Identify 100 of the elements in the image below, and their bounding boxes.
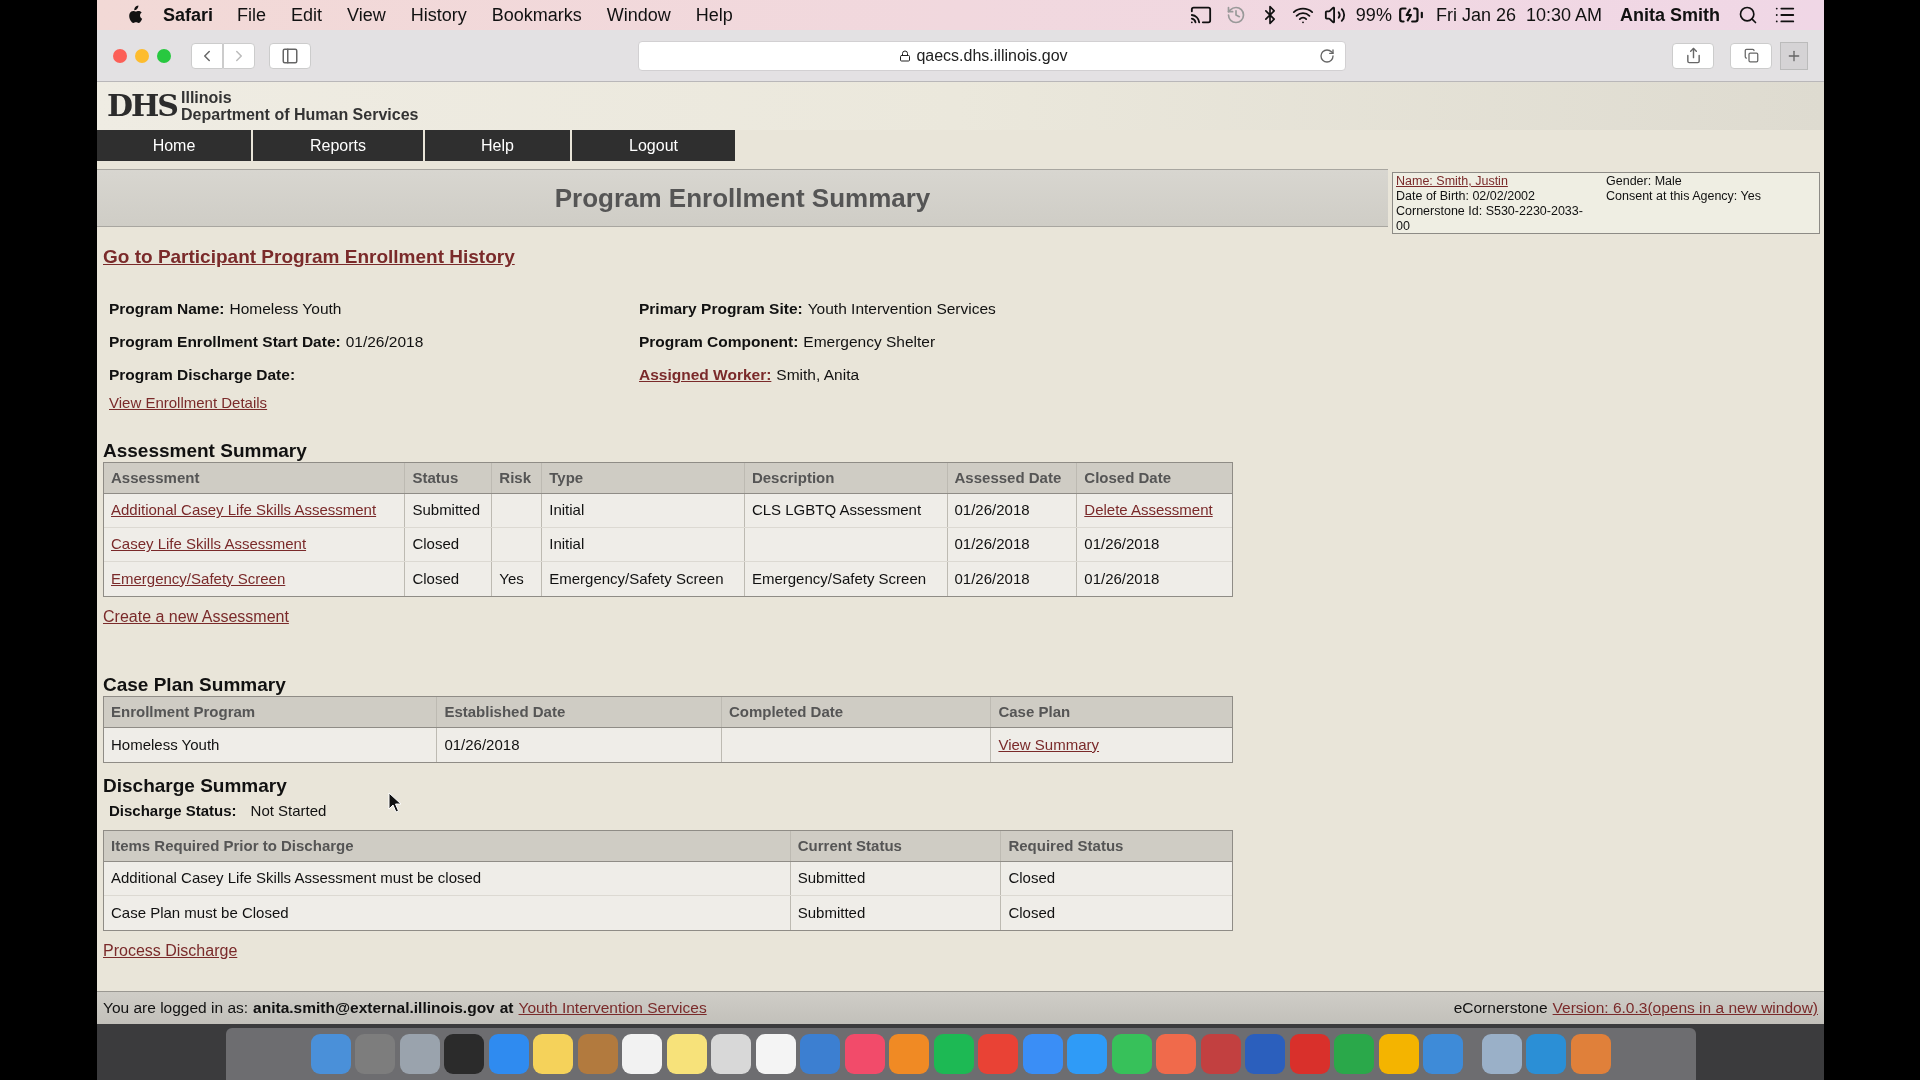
dock-app-icon[interactable]	[711, 1034, 751, 1074]
dock-app-icon[interactable]	[666, 1034, 707, 1074]
dock-app-icon[interactable]	[1111, 1034, 1152, 1074]
field-value: Youth Intervention Services	[807, 299, 996, 320]
version-link[interactable]: Version: 6.0.3(opens in a new window)	[1552, 996, 1818, 1020]
field-label-link[interactable]: Assigned Worker:	[639, 363, 772, 387]
menu-item[interactable]: History	[410, 1, 467, 29]
table-cell-text: CLS LGBTQ Assessment	[751, 500, 922, 521]
section-heading: Discharge Summary	[103, 774, 287, 797]
back-button[interactable]	[191, 42, 223, 69]
table-cell-text: Emergency/Safety Screen	[751, 568, 927, 589]
login-email: anita.smith@external.illinois.gov	[253, 998, 495, 1019]
table-cell-text: Closed	[412, 568, 460, 589]
nav-tab[interactable]: Reports	[253, 130, 425, 161]
page-title: Program Enrollment Summary	[554, 181, 931, 215]
address-bar[interactable]: qaecs.dhs.illinois.gov	[637, 40, 1346, 71]
column-header: Enrollment Program	[111, 701, 256, 722]
clock-history-icon[interactable]	[1225, 5, 1246, 25]
column-header: Assessment	[111, 467, 200, 488]
history-link[interactable]: Go to Participant Program Enrollment History	[103, 243, 515, 272]
table-cell-text: Homeless Youth	[111, 734, 220, 755]
zoom-window-button[interactable]	[157, 48, 171, 63]
assessment-link[interactable]: Delete Assessment	[1084, 499, 1213, 522]
menu-app-name[interactable]: Safari	[163, 1, 214, 29]
volume-icon[interactable]	[1323, 4, 1346, 26]
product-name: eCornerstone	[1453, 998, 1548, 1019]
case-plan-link[interactable]: View Summary	[998, 733, 1100, 757]
tabs-icon	[1743, 48, 1759, 63]
column-header: Required Status	[1008, 835, 1124, 856]
login-text: at	[499, 998, 514, 1019]
dhs-logo: DHS	[107, 91, 178, 121]
menu-item[interactable]: Bookmarks	[491, 1, 582, 29]
menu-item[interactable]: View	[347, 1, 386, 29]
org-name-line: Illinois	[181, 89, 233, 106]
sidebar-button[interactable]	[269, 42, 311, 69]
nav-tab[interactable]: Help	[425, 130, 572, 161]
table-cell-text: Closed	[1008, 868, 1056, 889]
reload-icon[interactable]	[1318, 47, 1335, 64]
column-header: Established Date	[444, 701, 566, 722]
tabs-button[interactable]	[1730, 42, 1772, 69]
field-label: Program Discharge Date:	[109, 365, 296, 386]
forward-button[interactable]	[223, 42, 255, 69]
minimize-window-button[interactable]	[135, 48, 149, 63]
table-cell-text: 01/26/2018	[444, 734, 520, 755]
menu-item[interactable]: File	[237, 1, 267, 29]
assessment-link[interactable]: Emergency/Safety Screen	[111, 567, 286, 591]
assessment-link[interactable]: Casey Life Skills Assessment	[111, 533, 307, 556]
participant-name-link[interactable]: Name: Smith, Justin	[1396, 174, 1592, 189]
nav-tab[interactable]: Home	[97, 130, 253, 161]
column-header: Status	[412, 467, 459, 488]
table-cell-text: Submitted	[797, 868, 866, 889]
dock-app-icon[interactable]	[622, 1034, 662, 1074]
new-tab-button[interactable]	[1780, 41, 1808, 70]
menu-clock[interactable]: Fri Jan 26 10:30 AM	[1435, 1, 1602, 29]
assessment-link[interactable]: Additional Casey Life Skills Assessment	[111, 499, 377, 522]
site-link[interactable]: Youth Intervention Services	[518, 996, 707, 1020]
table-cell-text: 01/26/2018	[954, 568, 1030, 589]
participant-gender: Gender: Male	[1606, 174, 1683, 189]
field-value: 01/26/2018	[345, 332, 424, 353]
column-header: Risk	[499, 467, 531, 488]
sidebar-icon	[281, 46, 299, 65]
table-cell-text: 01/26/2018	[954, 500, 1030, 521]
column-header: Items Required Prior to Discharge	[111, 835, 354, 856]
menu-item[interactable]: Help	[695, 1, 733, 29]
field-label: Primary Program Site:	[639, 299, 803, 320]
table-cell-text: Submitted	[412, 500, 480, 521]
airplay-icon[interactable]	[1189, 4, 1212, 26]
mouse-cursor-icon	[388, 792, 402, 814]
menu-item[interactable]: Window	[606, 1, 671, 29]
menu-user[interactable]: Anita Smith	[1620, 1, 1720, 29]
participant-id: Cornerstone Id: S530-2230-2033-00	[1396, 204, 1584, 234]
dock-app-icon[interactable]	[755, 1034, 796, 1074]
dock-app-icon[interactable]	[933, 1034, 974, 1074]
field-label: Program Enrollment Start Date:	[109, 332, 341, 353]
create-assessment-link[interactable]: Create a new Assessment	[103, 605, 289, 629]
battery-percent: 99%	[1355, 3, 1392, 27]
column-header: Current Status	[797, 835, 902, 856]
table-cell-text: Yes	[499, 568, 524, 589]
table-cell-text: 01/26/2018	[954, 534, 1030, 555]
dock-app-icon[interactable]	[889, 1034, 929, 1074]
search-icon[interactable]	[1738, 5, 1758, 25]
column-header: Case Plan	[998, 701, 1071, 722]
dock-app-icon[interactable]	[1481, 1034, 1522, 1074]
url-text: qaecs.dhs.illinois.gov	[916, 45, 1068, 66]
enrollment-details-link[interactable]: View Enrollment Details	[109, 391, 268, 414]
dock-app-icon[interactable]	[399, 1034, 440, 1074]
table-cell-text: Closed	[412, 534, 460, 555]
field-value: Homeless Youth	[229, 299, 342, 320]
dock-app-icon[interactable]	[533, 1034, 573, 1074]
column-header: Closed Date	[1084, 467, 1171, 488]
table-cell-text: Submitted	[797, 902, 866, 923]
close-window-button[interactable]	[113, 48, 127, 63]
participant-consent: Consent at this Agency: Yes	[1606, 189, 1761, 204]
process-discharge-link[interactable]: Process Discharge	[103, 939, 238, 963]
share-button[interactable]	[1672, 42, 1714, 69]
column-header: Type	[549, 467, 584, 488]
dock-app-icon[interactable]	[444, 1034, 484, 1074]
menu-item[interactable]: Edit	[291, 1, 323, 29]
nav-tab[interactable]: Logout	[572, 130, 737, 161]
dock-app-icon[interactable]	[1378, 1034, 1419, 1074]
